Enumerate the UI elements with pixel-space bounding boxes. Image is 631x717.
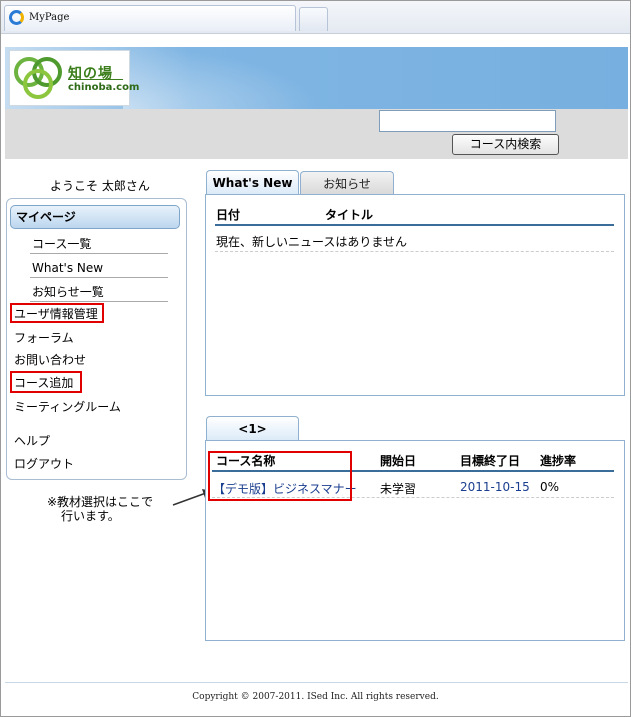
ie-logo-icon: [9, 10, 24, 25]
logo-underline: [68, 79, 123, 80]
sidebar-item-logout[interactable]: ログアウト: [14, 455, 74, 472]
tab-notices[interactable]: お知らせ: [300, 171, 394, 195]
course-col-start: 開始日: [380, 454, 417, 468]
browser-tab-title: MyPage: [29, 12, 70, 23]
banner-wave-decoration: [123, 47, 323, 109]
highlight-box-user-management: [10, 303, 104, 323]
welcome-message: ようこそ 太郎さん: [50, 179, 150, 193]
sidebar-section-mypage[interactable]: マイページ: [10, 205, 180, 229]
course-search-button[interactable]: コース内検索: [452, 134, 559, 155]
site-logo[interactable]: 知の場 chinoba.com: [9, 50, 139, 106]
sidebar-item-contact[interactable]: お問い合わせ: [14, 351, 86, 368]
annotation-note: ※教材選択はここで 行います。: [47, 495, 153, 523]
footer-divider: [5, 682, 628, 683]
copyright-text: Copyright © 2007-2011. ISed Inc. All rig…: [192, 692, 439, 702]
browser-tab-mypage[interactable]: MyPage: [4, 5, 296, 31]
news-header-rule: [215, 224, 614, 226]
sidebar-item-help[interactable]: ヘルプ: [14, 432, 50, 449]
logo-title: 知の場: [68, 66, 113, 82]
news-empty-message: 現在、新しいニュースはありません: [216, 235, 408, 249]
sidebar-item-course-list[interactable]: コース一覧: [30, 236, 168, 254]
sidebar-item-meeting-room[interactable]: ミーティングルーム: [14, 398, 121, 415]
annotation-note-line: 行います。: [61, 509, 120, 523]
course-start-value: 未学習: [380, 482, 417, 496]
tab-whats-new[interactable]: What's New: [206, 170, 299, 194]
course-target-end-value: 2011-10-15: [460, 480, 530, 494]
logo-ring-icon: [23, 69, 53, 99]
sidebar-item-notice-list[interactable]: お知らせ一覧: [30, 284, 168, 302]
news-col-date: 日付: [216, 208, 241, 222]
logo-domain: chinoba.com: [68, 82, 140, 93]
course-col-progress: 進捗率: [540, 454, 577, 468]
highlight-box-course-name: [208, 451, 352, 501]
news-row-divider: [215, 251, 614, 252]
tab-course-page-1[interactable]: <1>: [206, 416, 299, 440]
sidebar-item-whats-new[interactable]: What's New: [30, 260, 168, 278]
new-tab-button[interactable]: [299, 7, 328, 31]
course-progress-value: 0%: [540, 480, 560, 494]
course-col-target-end: 目標終了日: [460, 454, 521, 468]
highlight-box-add-course: [10, 371, 82, 393]
course-search-input[interactable]: [379, 110, 556, 132]
sidebar-item-forum[interactable]: フォーラム: [14, 329, 74, 346]
news-col-title: タイトル: [325, 208, 374, 222]
annotation-note-line: ※教材選択はここで: [47, 495, 154, 509]
